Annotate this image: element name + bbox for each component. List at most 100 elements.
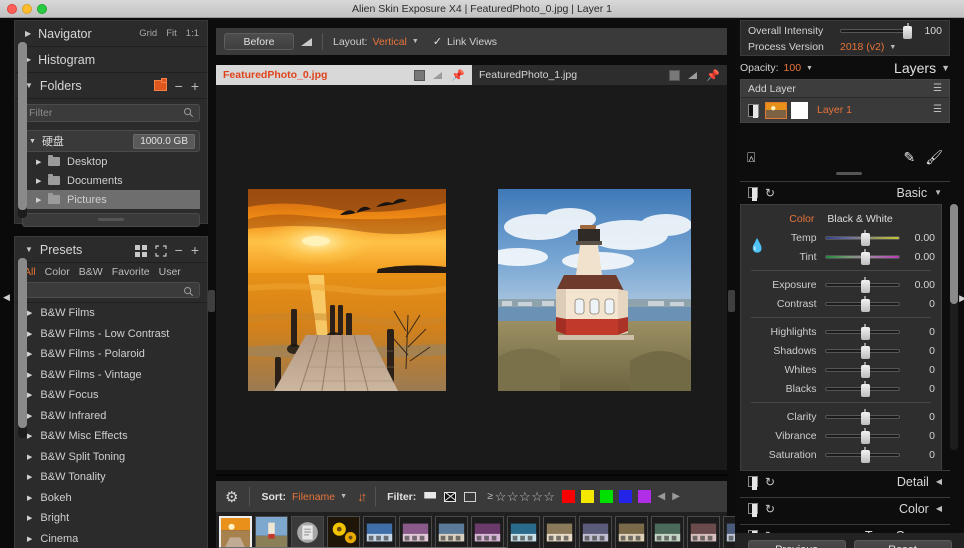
layer-name[interactable]: Layer 1 <box>817 104 852 116</box>
photo-preview-1[interactable] <box>488 189 692 391</box>
compare-icon[interactable] <box>433 71 443 79</box>
slider-track[interactable] <box>824 295 901 312</box>
folders-header[interactable]: ▼ Folders − + <box>15 73 207 99</box>
eyedropper-icon[interactable]: 💧 <box>749 238 765 254</box>
folder-item[interactable]: ▶ Desktop <box>22 152 200 171</box>
filmstrip-thumbnail[interactable] <box>651 515 684 548</box>
slider-knob[interactable] <box>860 408 870 425</box>
preset-item[interactable]: ▶ Cinema <box>15 529 207 548</box>
preset-tab-user[interactable]: User <box>159 266 181 278</box>
slider-track[interactable] <box>824 229 901 246</box>
compare-view-icon[interactable] <box>301 37 312 46</box>
rating-stars[interactable]: ☆☆☆☆☆ <box>495 489 556 505</box>
chevron-left-icon[interactable]: ◀ <box>936 477 942 486</box>
sort-value[interactable]: Filename <box>292 491 335 503</box>
preset-item[interactable]: ▶ Bokeh <box>15 488 207 509</box>
process-version-value[interactable]: 2018 (v2) <box>840 41 884 53</box>
filmstrip-thumbnail[interactable] <box>615 515 648 548</box>
chevron-right-icon[interactable]: ▶ <box>27 309 32 317</box>
next-page-icon[interactable]: ▶ <box>672 491 680 502</box>
presets-add-button[interactable]: + <box>191 243 199 257</box>
basic-toggle-icon[interactable] <box>748 187 758 201</box>
chevron-right-icon[interactable]: ▶ <box>36 158 48 166</box>
detail-section-header[interactable]: ↻ Detail ◀ <box>740 470 950 492</box>
swatch-icon[interactable] <box>414 69 426 81</box>
slider-track[interactable] <box>824 276 901 293</box>
layer-thumbnail[interactable] <box>765 101 787 119</box>
add-layer-button[interactable]: Add Layer ☰ <box>741 80 949 98</box>
layout-value[interactable]: Vertical <box>372 36 406 48</box>
tab-color[interactable]: Color <box>789 213 814 225</box>
chevron-right-icon[interactable]: ▶ <box>27 535 32 543</box>
slider-knob[interactable] <box>860 427 870 444</box>
chevron-down-icon[interactable]: ▼ <box>941 63 950 73</box>
filmstrip[interactable] <box>216 512 792 548</box>
layer-row[interactable]: Layer 1 ☰ <box>741 98 949 122</box>
chevron-down-icon[interactable]: ▼ <box>889 44 896 51</box>
slider-knob[interactable] <box>860 248 870 265</box>
flag-pick-icon[interactable] <box>424 491 437 502</box>
right-divider-grip[interactable] <box>728 290 735 312</box>
preset-item[interactable]: ▶ B&W Films - Polaroid <box>15 344 207 365</box>
slider-knob[interactable] <box>860 276 870 293</box>
filmstrip-thumbnail[interactable] <box>399 515 432 548</box>
chevron-right-icon[interactable]: ▶ <box>27 412 32 420</box>
color-label-swatch[interactable] <box>618 490 632 503</box>
reset-color-icon[interactable]: ↻ <box>765 502 775 516</box>
opacity-value[interactable]: 100 <box>784 62 802 74</box>
chevron-down-icon[interactable]: ▼ <box>340 493 347 500</box>
chevron-right-icon[interactable]: ▶ <box>27 371 32 379</box>
preset-item[interactable]: ▶ B&W Focus <box>15 385 207 406</box>
navigator-header[interactable]: ▶ Navigator Grid Fit 1:1 <box>15 21 207 47</box>
filmstrip-thumbnail[interactable] <box>435 515 468 548</box>
right-scrollbar[interactable] <box>950 204 958 450</box>
filmstrip-thumbnail[interactable] <box>579 515 612 548</box>
folders-add-button[interactable]: + <box>191 79 199 93</box>
chevron-right-icon[interactable]: ▶ <box>27 514 32 522</box>
color-toggle-icon[interactable] <box>748 503 758 517</box>
chevron-right-icon[interactable]: ▶ <box>27 473 32 481</box>
histogram-header[interactable]: ▶ Histogram <box>15 47 207 73</box>
pin-icon[interactable]: 📌 <box>451 69 465 82</box>
color-label-swatch[interactable] <box>599 490 613 503</box>
layer-visibility-icon[interactable] <box>748 103 759 118</box>
chevron-left-icon[interactable]: ◀ <box>936 504 942 513</box>
presets-search-input[interactable] <box>22 282 200 298</box>
slider-knob[interactable] <box>860 380 870 397</box>
chevron-down-icon[interactable]: ▼ <box>412 38 419 45</box>
sort-direction-icon[interactable]: ↓↑ <box>357 489 367 504</box>
left-scrollbar-top[interactable] <box>18 42 27 218</box>
eraser-icon[interactable]: ✎ <box>903 149 915 166</box>
process-version-row[interactable]: Process Version 2018 (v2) ▼ <box>748 39 942 55</box>
drive-row[interactable]: ▼ 硬盘 1000.0 GB <box>22 130 200 152</box>
left-scrollbar-presets[interactable] <box>18 258 27 438</box>
preset-item[interactable]: ▶ B&W Films - Low Contrast <box>15 324 207 345</box>
filmstrip-thumbnail[interactable] <box>363 515 396 548</box>
image-header-0[interactable]: FeaturedPhoto_0.jpg 📌 <box>216 65 472 85</box>
preset-tab-bw[interactable]: B&W <box>79 266 103 278</box>
filmstrip-thumbnail[interactable] <box>543 515 576 548</box>
prev-page-icon[interactable]: ◀ <box>658 491 666 502</box>
chevron-right-icon[interactable]: ▶ <box>27 494 32 502</box>
preset-item[interactable]: ▶ Bright <box>15 508 207 529</box>
slider-track[interactable] <box>824 427 901 444</box>
folder-item[interactable]: ▶ Documents <box>22 171 200 190</box>
slider-knob[interactable] <box>860 446 870 463</box>
chevron-down-icon[interactable]: ▼ <box>934 188 942 197</box>
link-views-checkbox[interactable]: ✓ <box>433 35 442 48</box>
slider-track[interactable] <box>824 361 901 378</box>
slider-knob[interactable] <box>860 342 870 359</box>
filmstrip-thumbnail[interactable] <box>471 515 504 548</box>
image-header-1[interactable]: FeaturedPhoto_1.jpg 📌 <box>472 65 727 85</box>
add-folder-icon[interactable] <box>153 78 167 91</box>
swatch-icon[interactable] <box>669 69 681 81</box>
slider-knob[interactable] <box>860 361 870 378</box>
tab-black-and-white[interactable]: Black & White <box>827 213 892 225</box>
navigator-fit[interactable]: Fit <box>166 28 177 39</box>
presets-remove-button[interactable]: − <box>175 243 183 257</box>
preset-item[interactable]: ▶ B&W Split Toning <box>15 447 207 468</box>
overall-intensity-row[interactable]: Overall Intensity 100 <box>748 23 942 39</box>
preset-item[interactable]: ▶ B&W Films - Vintage <box>15 365 207 386</box>
crop-icon[interactable]: ⍓ <box>747 149 755 166</box>
presets-header[interactable]: ▼ Presets − + <box>15 237 207 263</box>
